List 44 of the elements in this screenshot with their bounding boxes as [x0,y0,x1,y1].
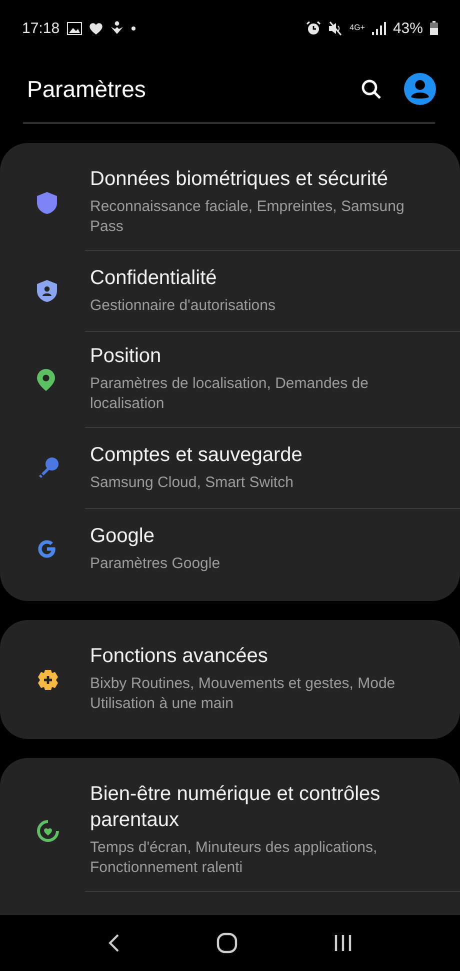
item-subtitle: Gestionnaire d'autorisations [90,296,276,316]
item-title: Données biométriques et sécurité [90,167,389,192]
signal-icon [372,22,386,34]
settings-item[interactable]: Confidentialité Gestionnaire d'autorisations [85,250,460,331]
settings-item[interactable]: Comptes et sauvegarde Samsung Cloud, Smart Switch [85,427,460,508]
image-icon [66,22,82,34]
page-title: Paramètres [27,76,147,102]
mute-icon [328,20,343,36]
item-title: Comptes et sauvegarde [90,442,302,468]
heart-ring-icon [36,818,60,842]
download-icon [110,21,124,35]
alarm-icon [306,20,321,36]
dot-icon [130,26,136,30]
item-subtitle: Reconnaissance faciale, Empreintes, Samsung Pass [90,197,406,237]
settings-item[interactable]: Données biométriques et sécurité Reconnaissance faciale, Empreintes, Samsung Pass [85,155,460,250]
network-type: 4G+ [350,24,365,32]
settings-item[interactable]: Position Paramètres de localisation, Demandes de localisation [85,331,460,427]
battery-percentage: 43% [392,20,423,36]
location-pin-icon [36,368,56,392]
account-avatar-icon[interactable] [404,73,436,105]
search-icon[interactable] [361,78,382,100]
item-title: Bien-être numérique et contrôles parentaux [90,782,382,833]
item-subtitle: Bixby Routines, Mouvements et gestes, Mode Utilisation à une main [90,674,396,714]
settings-item[interactable]: Google Paramètres Google [85,508,460,589]
item-title: Position [90,344,162,369]
item-subtitle: Samsung Cloud, Smart Switch [90,472,294,492]
recent-apps-icon[interactable] [334,934,352,952]
settings-item[interactable]: Bien-être numérique et contrôles parentaux Temps d'écran, Minuteurs des applications, Fonctionnement ralenti [85,770,460,891]
google-g-icon [36,538,58,560]
item-title: Google [90,524,156,548]
heart-icon [88,22,103,34]
item-subtitle: Paramètres Google [90,554,220,574]
settings-item[interactable]: Fonctions avancées Bixby Routines, Mouvements et gestes, Mode Utilisation à une main [85,632,460,727]
item-title: Fonctions avancées [90,644,269,669]
status-time: 17:18 [22,20,60,36]
shield-person-icon [36,279,58,303]
shield-icon [36,190,58,214]
item-subtitle: Temps d'écran, Minuteurs des applications, Fonctionnement ralenti [90,838,378,878]
back-icon[interactable] [108,933,120,953]
puzzle-plus-icon [36,668,60,692]
battery-icon [430,21,438,35]
item-title: Confidentialité [90,266,218,290]
home-icon[interactable] [216,932,238,954]
item-subtitle: Paramètres de localisation, Demandes de localisation [90,374,370,414]
